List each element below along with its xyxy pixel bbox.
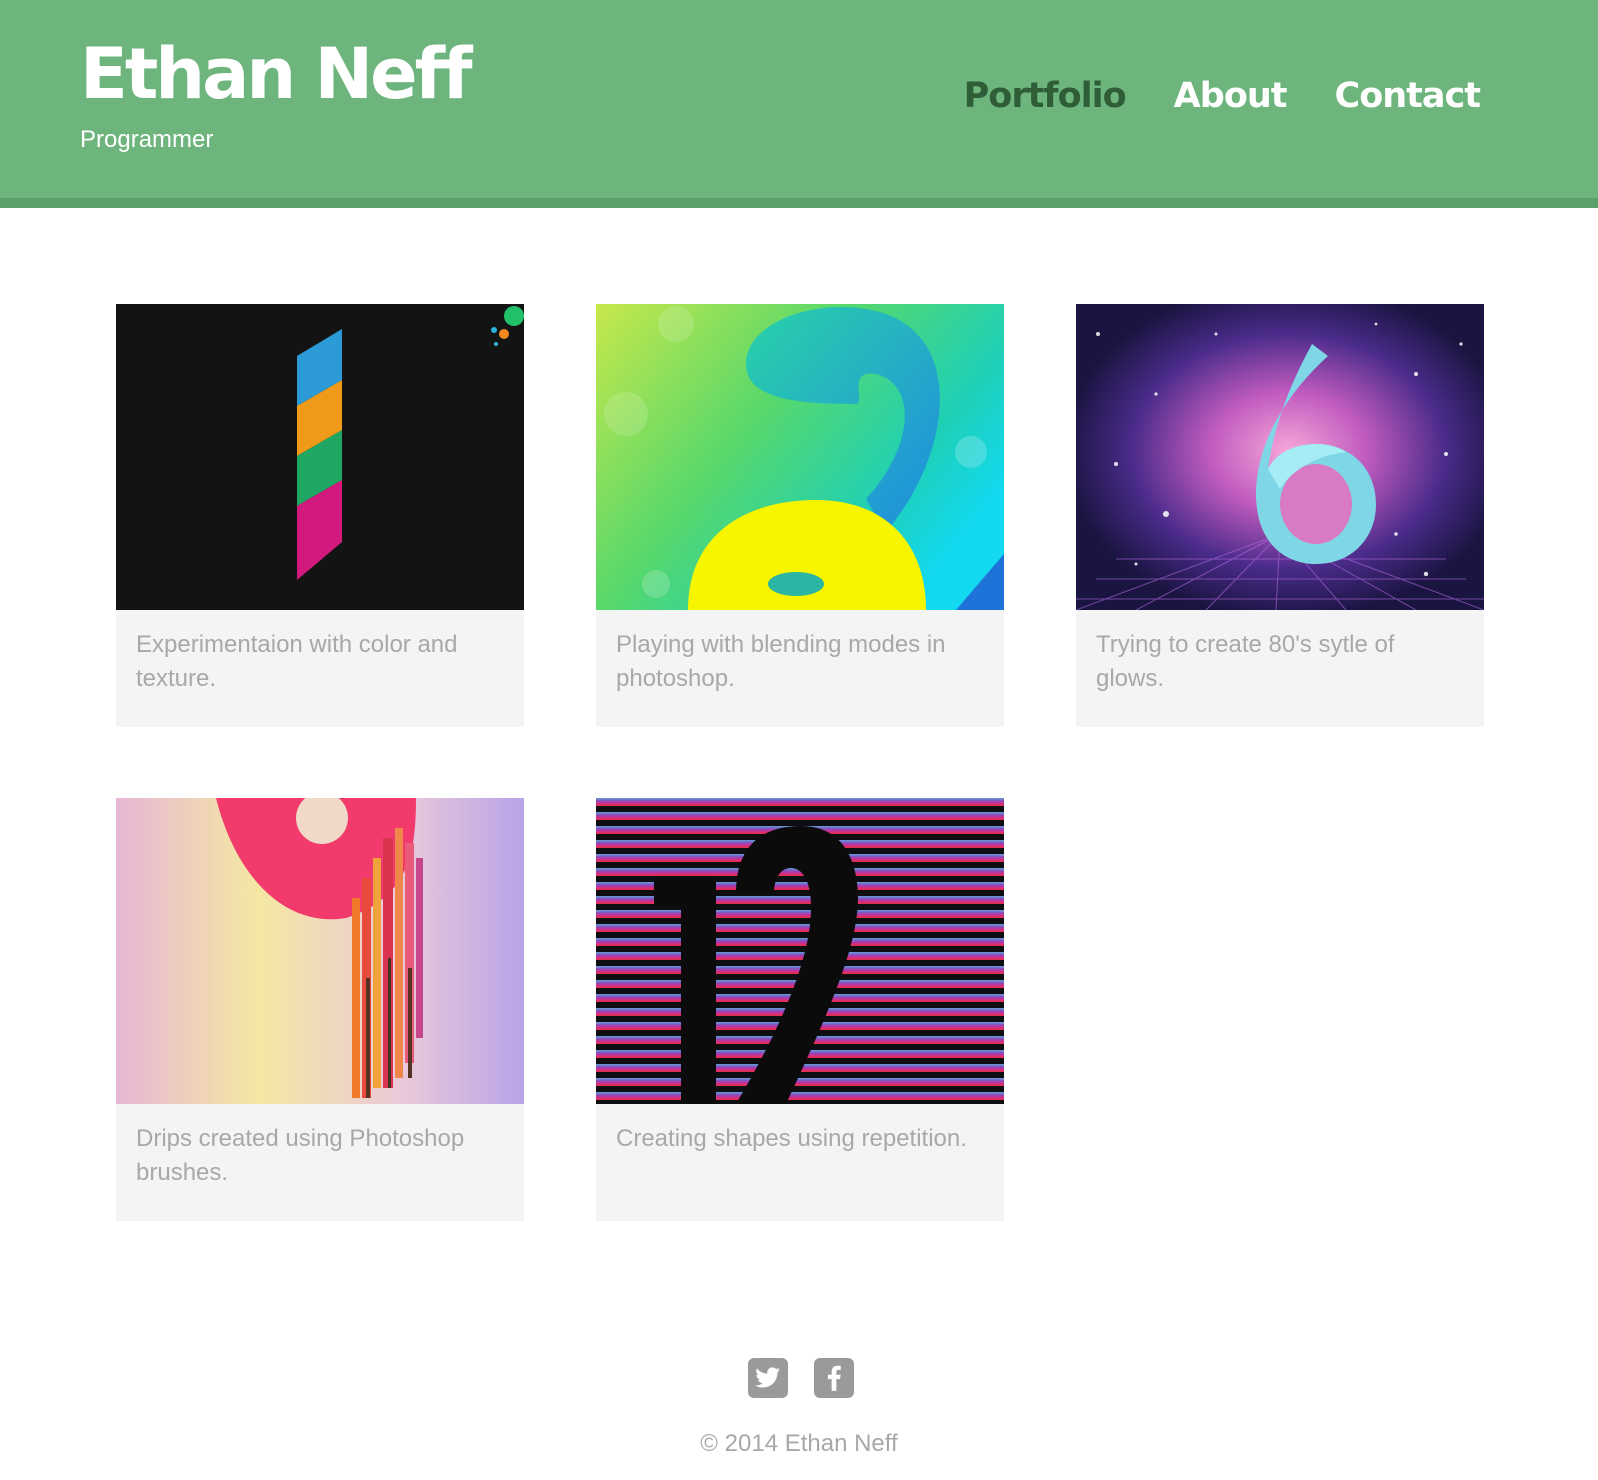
portfolio-thumbnail-5[interactable] (596, 798, 1004, 1104)
portfolio-caption: Playing with blending modes in photoshop… (616, 631, 946, 692)
portfolio-thumbnail-4[interactable] (116, 798, 524, 1104)
portfolio-card[interactable]: Creating shapes using repetition. (596, 798, 1004, 1221)
portfolio-card[interactable]: Experimentaion with color and texture. (116, 304, 524, 727)
facebook-icon[interactable] (814, 1358, 854, 1398)
portfolio-thumbnail-3[interactable] (1076, 304, 1484, 610)
portfolio-caption: Creating shapes using repetition. (616, 1125, 967, 1152)
portfolio-caption: Trying to create 80's sytle of glows. (1096, 631, 1395, 692)
copyright-text: © 2014 Ethan Neff (700, 1430, 898, 1457)
portfolio-card[interactable]: Trying to create 80's sytle of glows. (1076, 304, 1484, 727)
twitter-icon[interactable] (748, 1358, 788, 1398)
portfolio-card[interactable]: Drips created using Photoshop brushes. (116, 798, 524, 1221)
main-nav: Portfolio About Contact (964, 74, 1481, 118)
social-links (748, 1358, 854, 1398)
nav-link-about[interactable]: About (1174, 74, 1288, 118)
portfolio-thumbnail-1[interactable] (116, 304, 524, 610)
site-header: Ethan Neff Programmer Portfolio About Co… (0, 0, 1598, 208)
portfolio-caption: Experimentaion with color and texture. (136, 631, 458, 692)
portfolio-caption: Drips created using Photoshop brushes. (136, 1125, 465, 1186)
nav-link-portfolio[interactable]: Portfolio (964, 74, 1127, 118)
site-title[interactable]: Ethan Neff (80, 34, 473, 114)
nav-link-contact[interactable]: Contact (1335, 74, 1481, 118)
portfolio-card[interactable]: Playing with blending modes in photoshop… (596, 304, 1004, 727)
portfolio-thumbnail-2[interactable] (596, 304, 1004, 610)
site-subtitle: Programmer (80, 126, 214, 153)
